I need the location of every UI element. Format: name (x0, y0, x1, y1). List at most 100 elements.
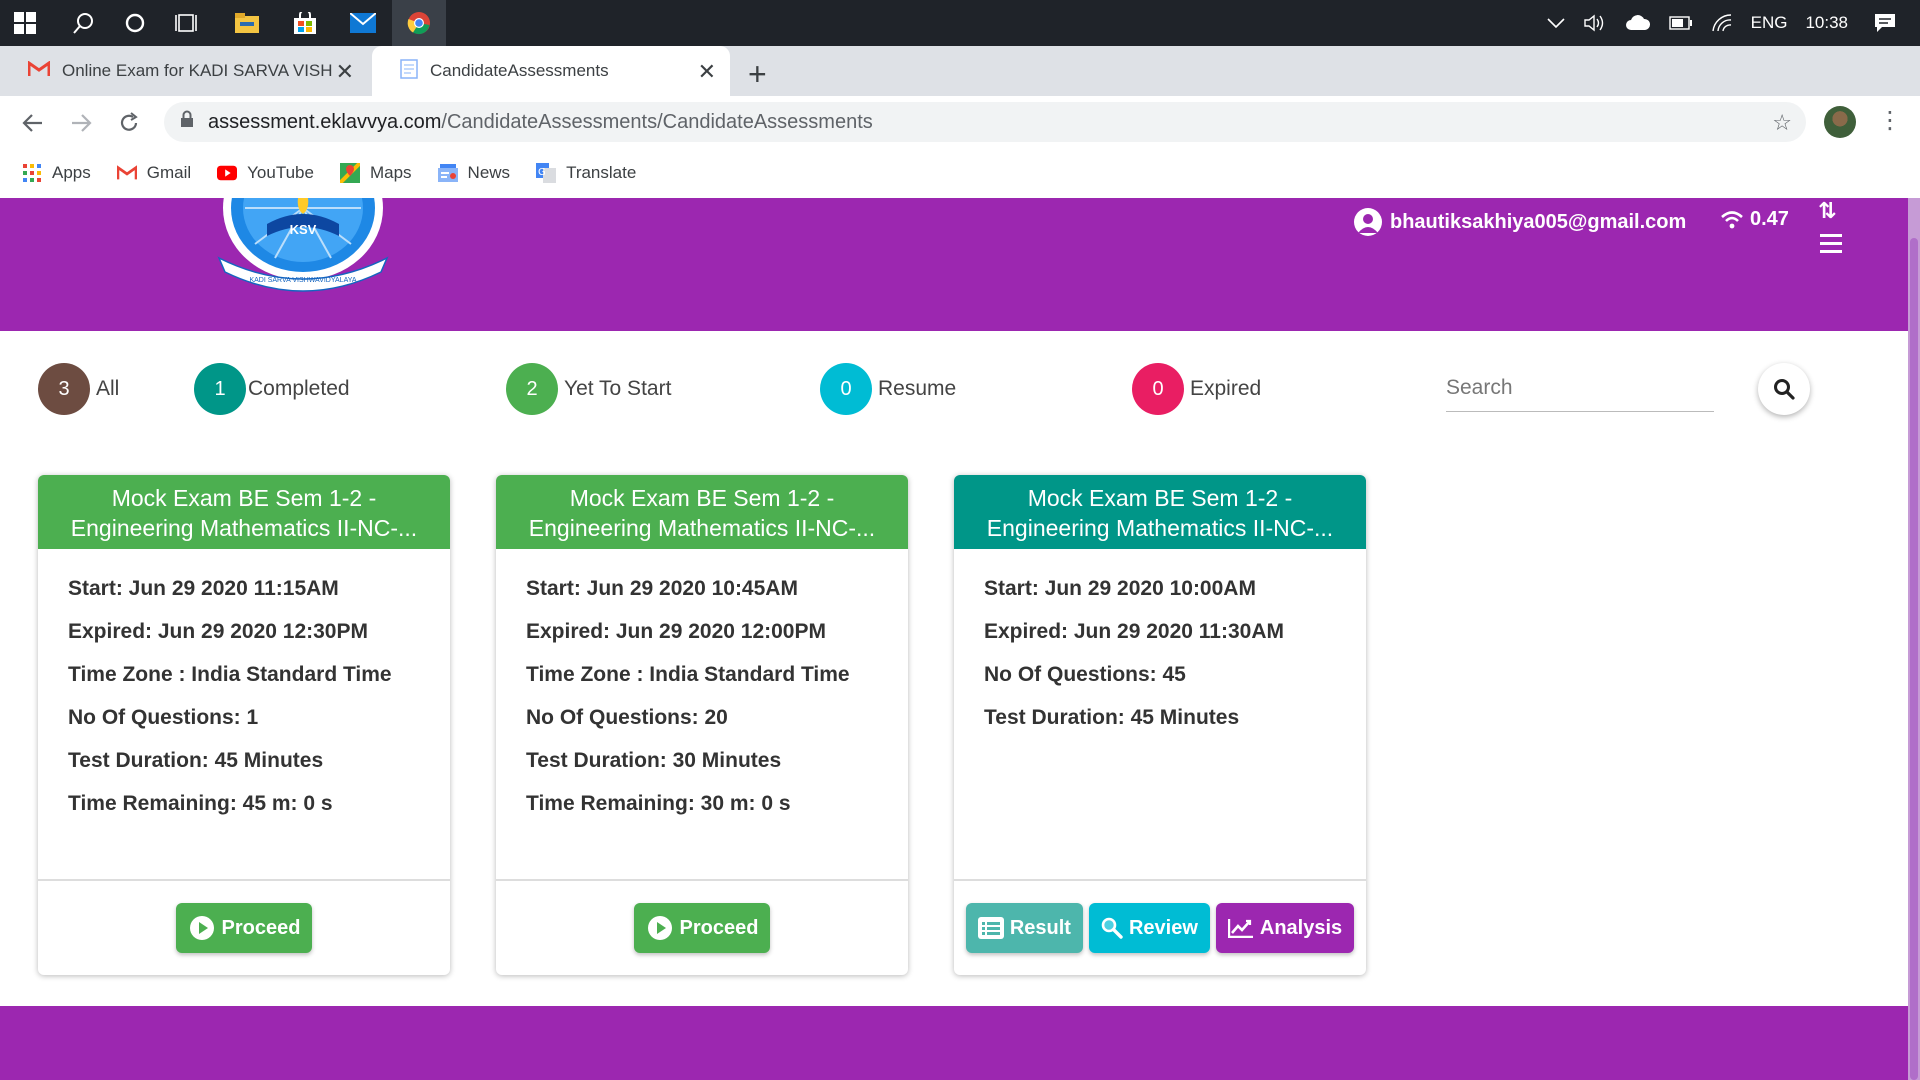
exam-questions: No Of Questions: 20 (526, 706, 728, 729)
cortana-icon[interactable] (110, 0, 160, 46)
url-host: assessment.eklavvya.com (208, 110, 442, 133)
onedrive-cloud-icon[interactable] (1625, 15, 1651, 31)
translate-icon: G (536, 163, 557, 183)
clock[interactable]: 10:38 (1805, 13, 1848, 33)
address-bar[interactable]: assessment.eklavvya.com/CandidateAssessm… (164, 102, 1806, 142)
search-input[interactable] (1446, 366, 1714, 410)
analysis-label: Analysis (1259, 916, 1343, 939)
play-circle-icon (646, 914, 674, 942)
forward-arrow-icon[interactable] (64, 106, 98, 140)
filter-yet-to-start[interactable]: 2 Yet To Start (506, 363, 671, 415)
bookmark-gmail[interactable]: Gmail (116, 163, 191, 183)
system-tray: ENG 10:38 (1547, 0, 1920, 46)
filter-completed[interactable]: 1 Completed (194, 363, 350, 415)
search-button[interactable] (1758, 363, 1810, 415)
gmail-icon (116, 163, 137, 183)
store-icon[interactable] (280, 0, 330, 46)
exam-time-remaining: Time Remaining: 45 m: 0 s (68, 792, 333, 815)
profile-avatar[interactable] (1824, 106, 1856, 138)
exam-start: Start: Jun 29 2020 10:00AM (984, 577, 1256, 600)
back-arrow-icon[interactable] (16, 106, 50, 140)
proceed-label: Proceed (221, 916, 301, 939)
exam-card-title: Mock Exam BE Sem 1-2 - Engineering Mathe… (38, 475, 450, 549)
proceed-label: Proceed (679, 916, 759, 939)
bookmark-news[interactable]: News (437, 163, 511, 183)
exam-card: Mock Exam BE Sem 1-2 - Engineering Mathe… (954, 475, 1366, 975)
chevron-up-icon[interactable] (1547, 17, 1565, 29)
close-icon[interactable]: ✕ (336, 59, 354, 85)
task-view-icon[interactable] (162, 0, 212, 46)
bookmark-label: News (467, 163, 511, 182)
filter-label: Expired (1190, 377, 1262, 400)
reload-icon[interactable] (112, 106, 146, 140)
notifications-icon[interactable] (1874, 13, 1896, 33)
filter-count-badge: 0 (1132, 363, 1184, 415)
tab-candidate-assessments[interactable]: CandidateAssessments ✕ (372, 46, 730, 96)
exam-card-actions: Result Review Analysis (954, 879, 1366, 975)
search-icon (1773, 378, 1795, 400)
user-email: bhautiksakhiya005@gmail.com (1390, 210, 1687, 233)
tab-gmail[interactable]: Online Exam for KADI SARVA VISH ✕ (0, 46, 368, 96)
filter-all[interactable]: 3 All (38, 363, 119, 415)
new-tab-button[interactable]: + (748, 56, 767, 93)
exam-questions: No Of Questions: 1 (68, 706, 259, 729)
file-explorer-icon[interactable] (222, 0, 272, 46)
bookmark-youtube[interactable]: YouTube (217, 163, 314, 183)
hamburger-menu-icon[interactable] (1820, 234, 1842, 258)
user-account[interactable]: bhautiksakhiya005@gmail.com (1354, 208, 1686, 236)
line-chart-icon (1227, 918, 1254, 938)
chrome-taskbar-icon[interactable] (392, 0, 446, 46)
bookmark-label: Maps (369, 163, 412, 182)
filter-count-badge: 1 (194, 363, 246, 415)
result-label: Result (1009, 916, 1071, 939)
bookmark-maps[interactable]: Maps (339, 163, 412, 183)
lock-icon[interactable] (180, 110, 194, 134)
exam-timezone: Time Zone : India Standard Time (526, 663, 850, 686)
svg-text:G: G (538, 167, 546, 178)
battery-icon[interactable] (1668, 16, 1693, 30)
filter-label: Yet To Start (564, 377, 672, 400)
close-icon[interactable]: ✕ (698, 59, 716, 85)
exam-title-line1: Mock Exam BE Sem 1-2 - (569, 485, 835, 511)
page-scrollbar[interactable] (1908, 198, 1920, 1080)
volume-icon[interactable] (1583, 13, 1607, 33)
analysis-button[interactable]: Analysis (1215, 903, 1355, 953)
wifi-icon[interactable] (1711, 13, 1733, 33)
sort-icon[interactable]: ⇅ (1818, 198, 1836, 224)
wifi-signal-icon (1720, 210, 1744, 229)
windows-start-icon[interactable] (0, 0, 50, 46)
scrollbar-thumb[interactable] (1910, 238, 1918, 1080)
proceed-button[interactable]: Proceed (633, 903, 771, 953)
exam-card-actions: Proceed (38, 879, 450, 975)
result-button[interactable]: Result (965, 903, 1083, 953)
review-label: Review (1128, 916, 1198, 939)
windows-taskbar: ENG 10:38 (0, 0, 1920, 46)
site-header: KSV KADI SARVA VISHWAVIDYALAYA bhautiksa… (0, 198, 1908, 331)
language-indicator[interactable]: ENG (1751, 13, 1788, 33)
play-circle-icon (188, 914, 216, 942)
maps-icon (339, 163, 360, 183)
page-document-icon (400, 58, 418, 84)
logo-text: KSV (290, 222, 317, 237)
filter-count-badge: 3 (38, 363, 90, 415)
review-button[interactable]: Review (1088, 903, 1210, 953)
university-logo[interactable]: KSV KADI SARVA VISHWAVIDYALAYA (215, 198, 391, 298)
exam-duration: Test Duration: 45 Minutes (68, 749, 324, 772)
more-menu-icon[interactable]: ⋮ (1878, 106, 1902, 135)
mail-icon[interactable] (338, 0, 388, 46)
filter-label: Resume (878, 377, 957, 400)
filter-expired[interactable]: 0 Expired (1132, 363, 1261, 415)
bookmark-star-icon[interactable]: ☆ (1772, 110, 1792, 136)
bookmark-label: YouTube (247, 163, 314, 182)
search-icon[interactable] (58, 0, 108, 46)
proceed-button[interactable]: Proceed (175, 903, 313, 953)
exam-duration: Test Duration: 45 Minutes (984, 706, 1240, 729)
magnifier-icon (1101, 917, 1123, 939)
tab-title: CandidateAssessments (430, 61, 609, 80)
tab-title: Online Exam for KADI SARVA VISH (62, 61, 332, 80)
web-page: KSV KADI SARVA VISHWAVIDYALAYA bhautiksa… (0, 198, 1920, 1080)
filter-resume[interactable]: 0 Resume (820, 363, 956, 415)
bookmark-translate[interactable]: G Translate (536, 163, 636, 183)
bookmark-apps[interactable]: Apps (22, 163, 91, 183)
bookmarks-bar: Apps Gmail YouTube Maps News G Translate (0, 148, 1920, 198)
